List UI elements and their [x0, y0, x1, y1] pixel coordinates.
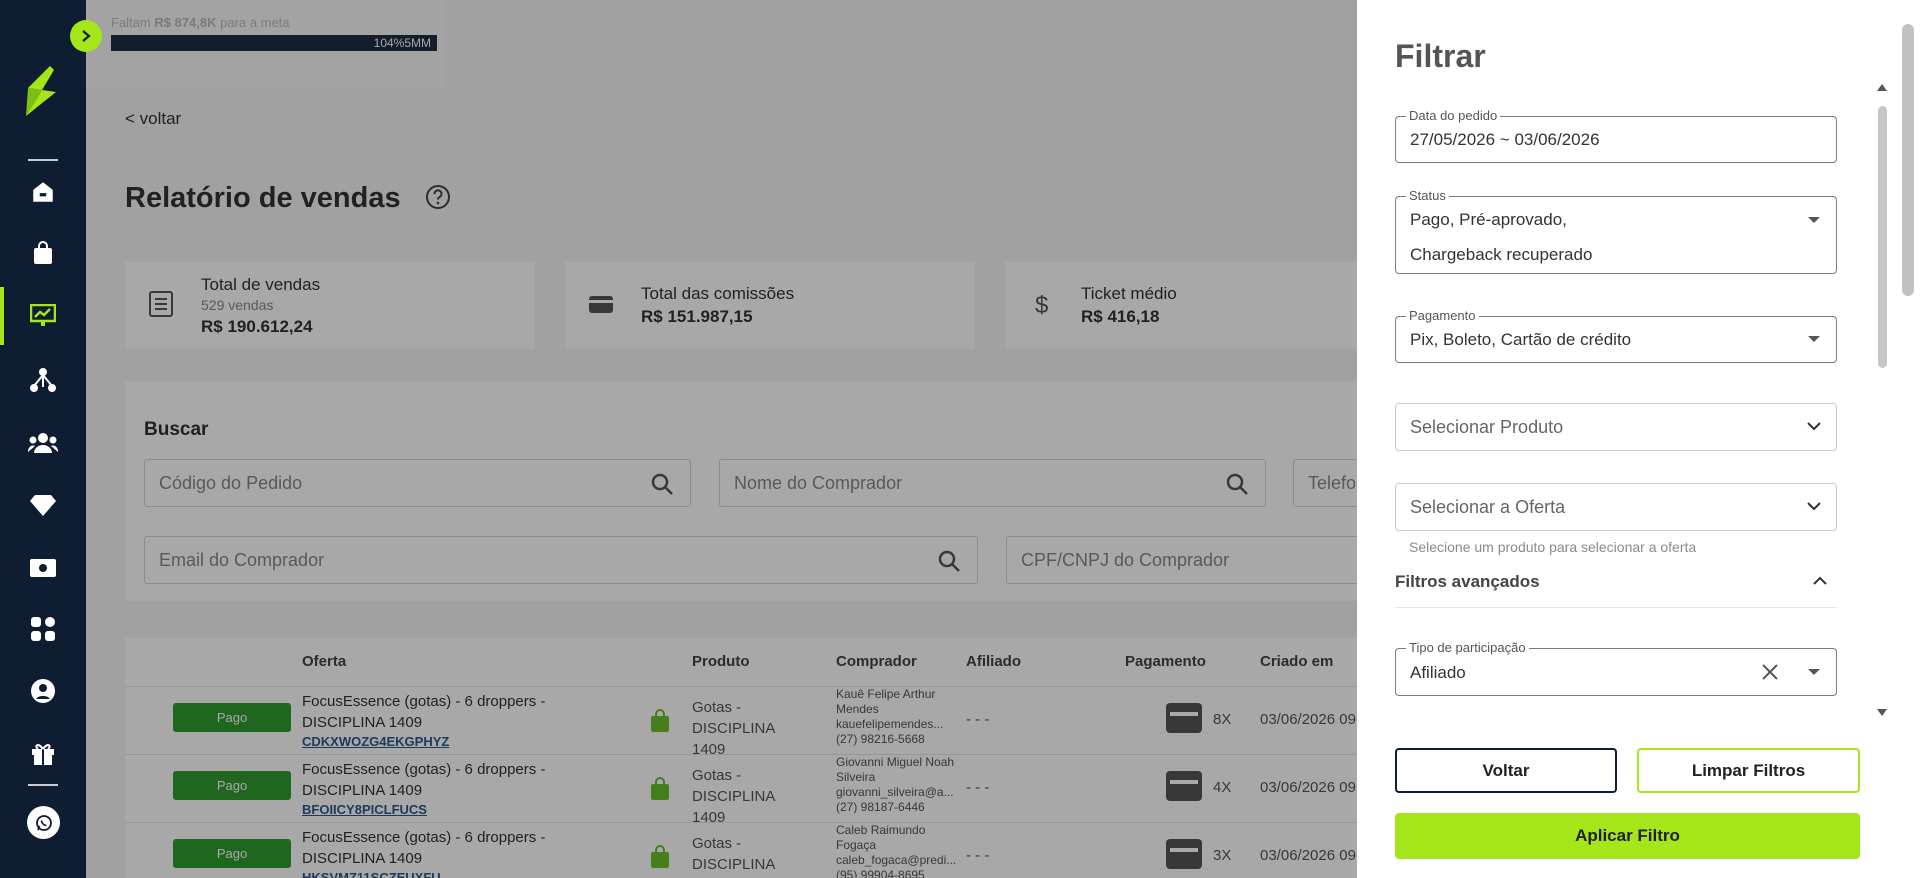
offer-placeholder: Selecionar a Oferta [1410, 497, 1566, 517]
sidebar-item-plans[interactable] [0, 485, 86, 525]
sidebar [0, 0, 86, 878]
sidebar-divider [28, 784, 58, 786]
report-icon [30, 304, 56, 326]
divider [1395, 607, 1837, 608]
brand-logo [26, 66, 56, 116]
payment-label: Pagamento [1406, 308, 1479, 323]
sidebar-item-financial[interactable] [0, 548, 86, 588]
participation-value: Afiliado [1410, 663, 1466, 682]
status-select[interactable]: Status Pago, Pré-aprovado, Chargeback re… [1395, 188, 1837, 274]
gift-icon [32, 744, 54, 765]
apps-icon [31, 617, 55, 641]
sidebar-item-reports[interactable] [0, 296, 86, 336]
drawer-scrollbar-thumb[interactable] [1878, 106, 1887, 368]
status-value-line2: Chargeback recuperado [1410, 245, 1593, 264]
product-select[interactable]: Selecionar Produto [1395, 403, 1837, 451]
sidebar-item-home[interactable] [0, 172, 86, 212]
sidebar-item-affiliates[interactable] [0, 360, 86, 400]
money-icon [30, 559, 56, 577]
payment-value: Pix, Boleto, Cartão de crédito [1410, 330, 1632, 349]
scroll-down-arrow-icon[interactable] [1876, 708, 1888, 718]
product-placeholder: Selecionar Produto [1410, 417, 1564, 437]
whatsapp-icon [35, 814, 52, 831]
users-icon [28, 433, 58, 453]
whatsapp-button[interactable] [27, 806, 60, 839]
order-date-label: Data do pedido [1406, 108, 1501, 123]
diamond-icon [30, 495, 56, 516]
sidebar-item-apps[interactable] [0, 609, 86, 649]
status-value-line1: Pago, Pré-aprovado, [1410, 210, 1567, 229]
apply-filter-button[interactable]: Aplicar Filtro [1395, 813, 1860, 859]
sidebar-expand-button[interactable] [70, 20, 102, 52]
chevron-down-icon[interactable] [1806, 421, 1822, 431]
participation-label: Tipo de participação [1406, 640, 1529, 655]
filter-drawer: Filtrar Data do pedido 27/05/2026 ~ 03/0… [1357, 0, 1920, 878]
advanced-filters-toggle[interactable]: Filtros avançados [1395, 572, 1540, 592]
status-label: Status [1406, 188, 1449, 203]
chevron-right-icon [82, 30, 91, 42]
home-icon [33, 182, 53, 202]
scroll-up-arrow-icon[interactable] [1876, 82, 1888, 92]
chevron-up-icon[interactable] [1812, 576, 1828, 586]
modal-backdrop[interactable] [86, 0, 1443, 878]
sidebar-item-profile[interactable] [0, 671, 86, 711]
page-scrollbar-thumb[interactable] [1902, 24, 1914, 296]
back-button[interactable]: Voltar [1395, 748, 1617, 793]
chevron-down-icon[interactable] [1806, 501, 1822, 511]
bag-icon [34, 241, 52, 264]
dropdown-caret-icon[interactable] [1808, 669, 1820, 675]
sidebar-divider [28, 159, 58, 161]
sidebar-item-products[interactable] [0, 233, 86, 273]
dropdown-caret-icon[interactable] [1808, 217, 1820, 223]
payment-select[interactable]: Pagamento Pix, Boleto, Cartão de crédito [1395, 308, 1837, 363]
sidebar-item-rewards[interactable] [0, 733, 86, 773]
clear-icon[interactable] [1761, 663, 1779, 681]
dropdown-caret-icon[interactable] [1808, 336, 1820, 342]
order-date-value: 27/05/2026 ~ 03/06/2026 [1410, 130, 1600, 149]
order-date-field[interactable]: Data do pedido 27/05/2026 ~ 03/06/2026 [1395, 108, 1837, 163]
offer-helper-text: Selecione um produto para selecionar a o… [1409, 539, 1697, 555]
participation-type-select[interactable]: Tipo de participação Afiliado [1395, 640, 1837, 696]
network-icon [30, 368, 56, 392]
filter-title: Filtrar [1395, 38, 1486, 74]
sidebar-item-team[interactable] [0, 423, 86, 463]
profile-icon [31, 679, 55, 703]
clear-filters-button[interactable]: Limpar Filtros [1637, 748, 1860, 793]
offer-select[interactable]: Selecionar a Oferta [1395, 483, 1837, 531]
